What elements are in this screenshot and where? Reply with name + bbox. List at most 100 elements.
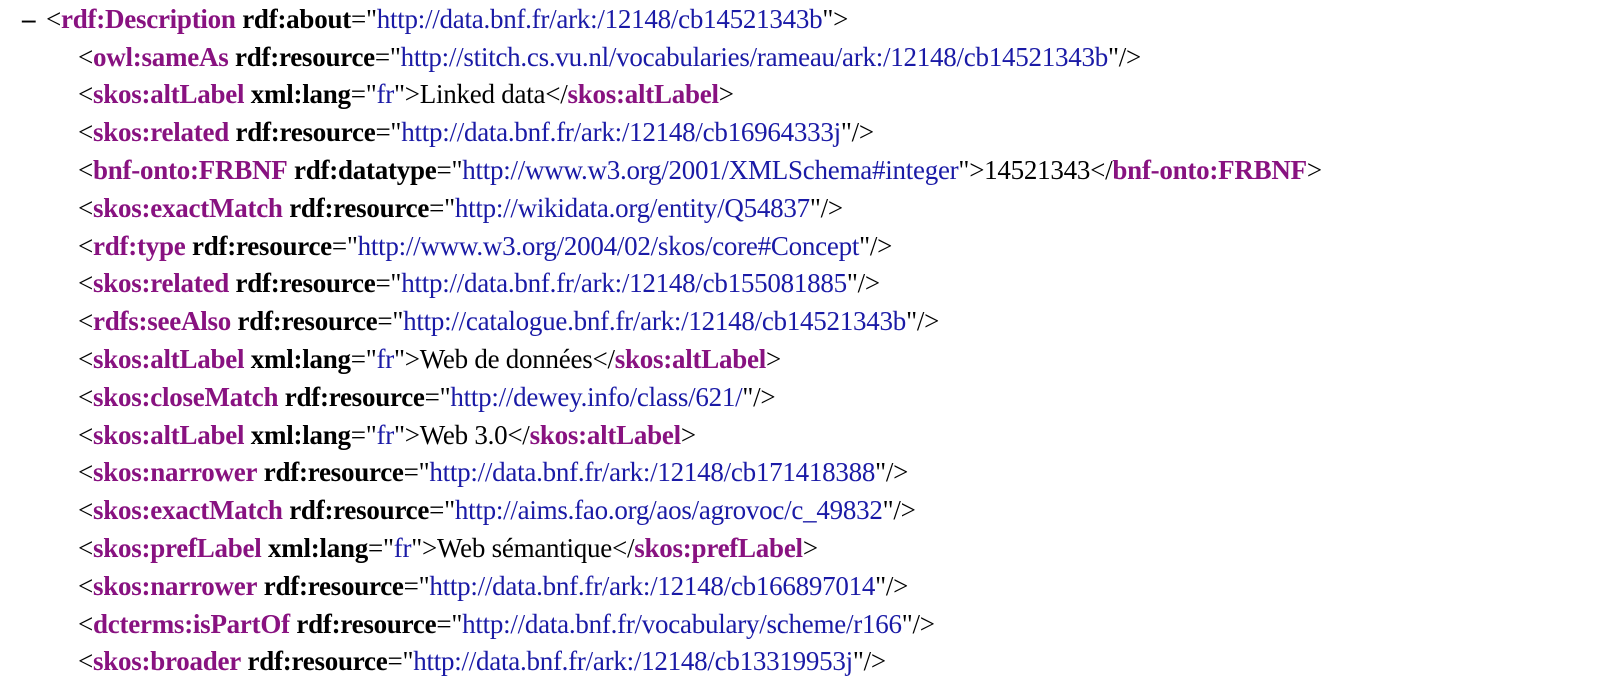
xml-punctuation: "/>	[875, 457, 909, 488]
xml-element-line: <skos:altLabel xml:lang="fr">Web de donn…	[78, 342, 781, 376]
xml-punctuation: ="	[375, 268, 402, 299]
xml-punctuation: ="	[368, 532, 394, 563]
element-text-content: Web 3.0	[419, 419, 508, 450]
element-closing-tag-name: skos:altLabel	[567, 79, 719, 110]
xml-punctuation: ">	[958, 154, 985, 185]
element-tag-name: skos:prefLabel	[92, 532, 262, 563]
root-attr-name: rdf:about	[242, 4, 351, 34]
element-tag-name: skos:related	[92, 268, 229, 299]
xml-root-element: – <rdf:Description rdf:about="http://data…	[22, 4, 849, 34]
xml-element-line: <owl:sameAs rdf:resource="http://stitch.…	[78, 40, 1141, 74]
attribute-value[interactable]: http://data.bnf.fr/ark:/12148/cb15508188…	[401, 268, 847, 298]
attribute-name: rdf:resource	[247, 646, 388, 677]
attribute-value: fr	[376, 79, 395, 110]
element-tag-name: skos:narrower	[92, 570, 258, 601]
xml-punctuation: </	[612, 532, 635, 563]
attribute-value[interactable]: http://data.bnf.fr/ark:/12148/cb17141838…	[429, 457, 875, 487]
element-tag-name: skos:altLabel	[92, 79, 245, 110]
xml-punctuation: ="	[429, 495, 455, 526]
xml-punctuation: "/>	[840, 117, 874, 148]
attribute-name: xml:lang	[250, 79, 351, 110]
element-closing-tag-name: skos:prefLabel	[634, 532, 803, 563]
element-tag-name: skos:broader	[92, 646, 242, 677]
xml-element-line: <skos:related rdf:resource="http://data.…	[78, 266, 880, 300]
attribute-value[interactable]: http://catalogue.bnf.fr/ark:/12148/cb145…	[403, 306, 906, 336]
attribute-name: rdf:resource	[235, 268, 376, 299]
xml-element-line: <skos:narrower rdf:resource="http://data…	[78, 455, 908, 489]
attribute-name: rdf:resource	[289, 192, 430, 223]
attribute-name: rdf:resource	[296, 608, 437, 639]
element-tag-name: dcterms:isPartOf	[92, 608, 290, 639]
attribute-value[interactable]: http://data.bnf.fr/vocabulary/scheme/r16…	[462, 609, 902, 639]
xml-punctuation: </	[1090, 154, 1113, 185]
xml-punctuation: ="	[403, 570, 430, 601]
element-tag-name: skos:closeMatch	[92, 381, 279, 412]
xml-punctuation: ="	[387, 646, 414, 677]
attribute-value[interactable]: http://data.bnf.fr/ark:/12148/cb16964333…	[401, 117, 841, 147]
xml-punctuation: <	[78, 79, 93, 110]
xml-punctuation: <	[78, 646, 93, 677]
xml-punctuation: <	[78, 268, 93, 299]
element-text-content: 14521343	[984, 154, 1091, 185]
xml-punctuation: ">	[394, 419, 420, 450]
xml-punctuation: "/>	[906, 306, 940, 337]
xml-punctuation: <	[78, 192, 93, 223]
xml-punctuation: "/>	[882, 495, 916, 526]
xml-punctuation: ="	[331, 230, 358, 261]
xml-punctuation: >	[1306, 154, 1322, 185]
xml-element-line: <skos:broader rdf:resource="http://data.…	[78, 644, 886, 678]
root-attr-value[interactable]: http://data.bnf.fr/ark:/12148/cb14521343…	[377, 4, 823, 34]
attribute-name: xml:lang	[268, 532, 369, 563]
xml-punctuation: "/>	[852, 646, 886, 677]
xml-punctuation: ="	[350, 419, 377, 450]
xml-punctuation: ">	[394, 343, 420, 374]
xml-punctuation: ">	[394, 79, 420, 110]
attribute-value[interactable]: http://aims.fao.org/aos/agrovoc/c_49832	[455, 495, 883, 525]
xml-punctuation: <	[78, 306, 93, 337]
xml-punctuation: ="	[350, 79, 377, 110]
collapse-toggle[interactable]: –	[22, 2, 46, 36]
xml-punctuation: </	[507, 419, 530, 450]
xml-punctuation: ="	[403, 457, 430, 488]
element-closing-tag-name: skos:altLabel	[614, 343, 767, 374]
attribute-name: rdf:resource	[191, 230, 332, 261]
xml-punctuation: <	[78, 117, 93, 148]
attribute-name: rdf:resource	[234, 41, 375, 72]
xml-tree-viewer: – <rdf:Description rdf:about="http://data…	[0, 0, 1600, 700]
xml-punctuation: "/>	[846, 268, 880, 299]
attribute-name: rdf:resource	[235, 117, 376, 148]
xml-element-line: <skos:related rdf:resource="http://data.…	[78, 115, 874, 149]
root-tag-name: rdf:Description	[60, 4, 236, 34]
xml-punctuation: ="	[377, 306, 404, 337]
xml-punctuation: "/>	[809, 192, 843, 223]
xml-punctuation: >	[802, 532, 818, 563]
attribute-value[interactable]: http://wikidata.org/entity/Q54837	[455, 193, 810, 223]
element-closing-tag-name: bnf-onto:FRBNF	[1112, 154, 1307, 185]
attribute-name: rdf:resource	[263, 570, 404, 601]
attribute-value[interactable]: http://www.w3.org/2001/XMLSchema#integer	[462, 155, 958, 185]
attribute-value[interactable]: http://www.w3.org/2004/02/skos/core#Conc…	[358, 231, 860, 261]
attribute-value: fr	[376, 419, 395, 450]
element-tag-name: skos:related	[92, 117, 229, 148]
xml-punctuation: >	[718, 79, 734, 110]
attribute-value[interactable]: http://data.bnf.fr/ark:/12148/cb13319953…	[413, 646, 853, 676]
attribute-name: xml:lang	[250, 343, 351, 374]
xml-element-line: <skos:closeMatch rdf:resource="http://de…	[78, 380, 776, 414]
xml-punctuation: <	[78, 419, 93, 450]
attribute-value[interactable]: http://data.bnf.fr/ark:/12148/cb16689701…	[429, 571, 875, 601]
open-bracket: <	[46, 4, 61, 34]
element-tag-name: rdfs:seeAlso	[92, 306, 231, 337]
attribute-value[interactable]: http://stitch.cs.vu.nl/vocabularies/rame…	[401, 42, 1109, 72]
element-text-content: Web sémantique	[437, 532, 613, 563]
attribute-name: rdf:resource	[263, 457, 404, 488]
attribute-value[interactable]: http://dewey.info/class/621/	[450, 382, 742, 412]
xml-punctuation: ="	[429, 192, 455, 223]
xml-punctuation: "/>	[742, 381, 776, 412]
xml-punctuation: ="	[436, 154, 463, 185]
xml-punctuation: <	[78, 343, 93, 374]
xml-element-line: <skos:prefLabel xml:lang="fr">Web sémant…	[78, 531, 818, 565]
xml-punctuation: </	[545, 79, 568, 110]
element-tag-name: bnf-onto:FRBNF	[92, 154, 288, 185]
xml-punctuation: ">	[411, 532, 438, 563]
element-text-content: Linked data	[419, 79, 546, 110]
